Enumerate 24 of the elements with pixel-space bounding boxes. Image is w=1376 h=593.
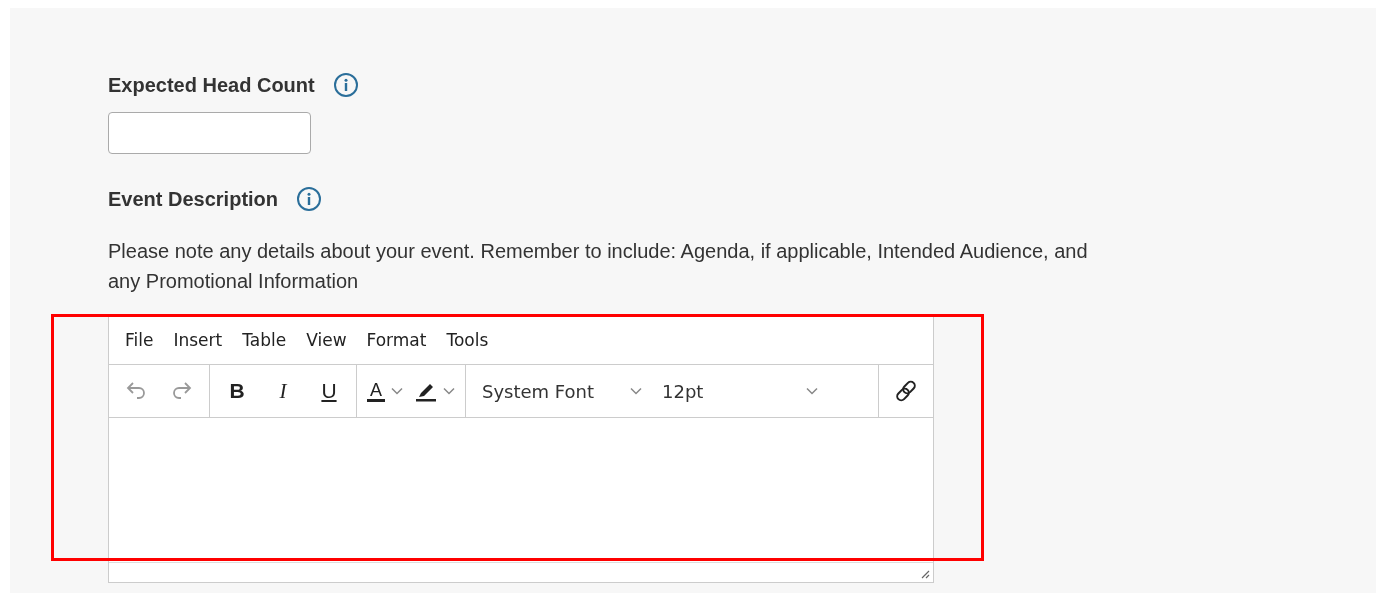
- resize-handle-icon: [920, 569, 930, 579]
- caret-icon: [806, 387, 818, 395]
- info-icon: [296, 186, 323, 212]
- field-label: Expected Head Count: [108, 73, 315, 97]
- caret-icon: [443, 387, 455, 395]
- menu-item[interactable]: View: [296, 321, 357, 358]
- menu-item[interactable]: Format: [356, 321, 437, 358]
- caret-icon: [630, 387, 642, 395]
- menu-item[interactable]: File: [115, 321, 164, 358]
- menu-item[interactable]: Tools: [436, 321, 499, 358]
- bold-button[interactable]: B: [214, 371, 260, 411]
- field-label: Event Description: [108, 187, 279, 211]
- info-icon: [332, 72, 359, 98]
- font-family-select[interactable]: System Font: [470, 371, 650, 411]
- underline-button[interactable]: U: [306, 371, 352, 411]
- head-count-input[interactable]: [108, 112, 311, 154]
- italic-button[interactable]: I: [260, 371, 306, 411]
- help-text: Please note any details about your event. Remember to include: Agenda, if applicable, Intended Audience, and any Promotional Information: [108, 239, 1089, 294]
- menu-item[interactable]: Table: [232, 321, 297, 358]
- caret-icon: [391, 387, 403, 395]
- text-color-button[interactable]: A: [361, 371, 409, 411]
- font-size-select[interactable]: 12pt: [650, 371, 826, 411]
- link-icon: [895, 379, 917, 403]
- menu-item[interactable]: Insert: [163, 321, 233, 358]
